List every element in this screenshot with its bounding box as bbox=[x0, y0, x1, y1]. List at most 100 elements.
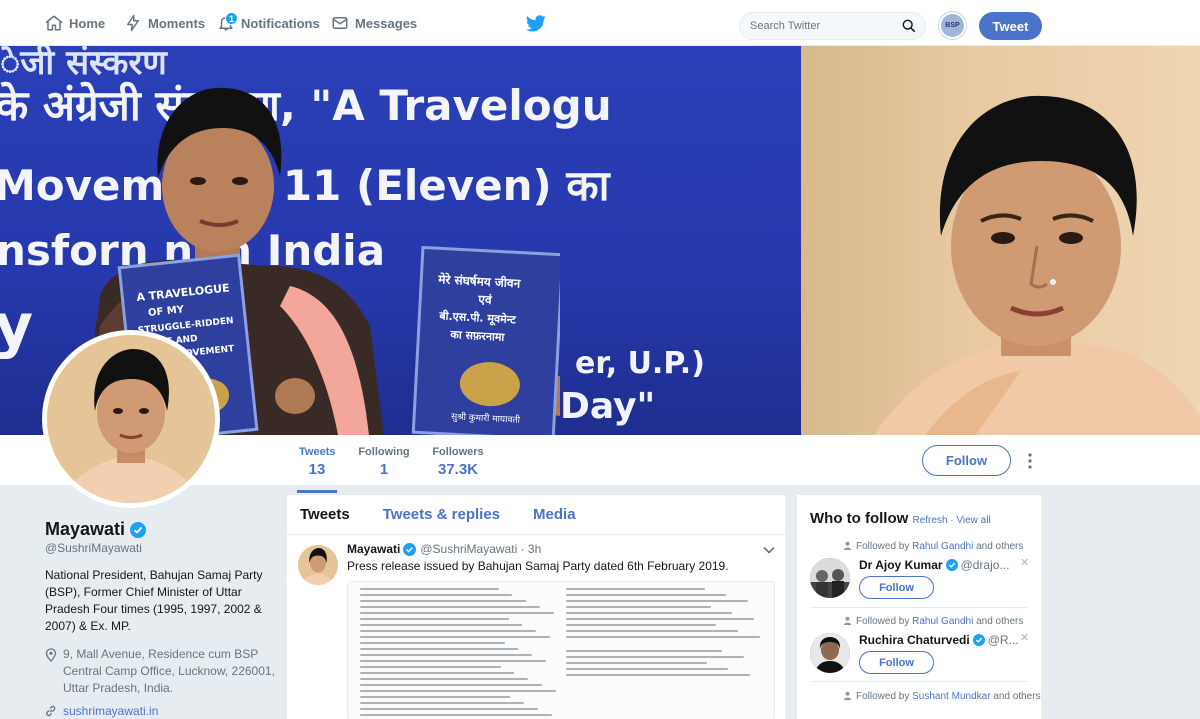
timeline-tabs: Tweets Tweets & replies Media bbox=[287, 495, 785, 535]
profile-website-text: sushrimayawati.in bbox=[63, 704, 159, 718]
profile-avatar[interactable] bbox=[42, 330, 220, 508]
person-icon bbox=[843, 691, 852, 700]
person-icon bbox=[843, 541, 852, 550]
nav-messages-label: Messages bbox=[355, 15, 418, 31]
document-text-line bbox=[566, 668, 729, 670]
stat-following[interactable]: Following 1 bbox=[357, 446, 411, 478]
document-text-line bbox=[566, 600, 749, 602]
document-text-line bbox=[566, 588, 705, 590]
document-text-line bbox=[566, 618, 755, 620]
profile-website-link[interactable]: sushrimayawati.in bbox=[45, 704, 158, 718]
document-text-line bbox=[360, 612, 555, 614]
profile-name-text: Mayawati bbox=[45, 519, 126, 539]
followed-by-name[interactable]: Rahul Gandhi bbox=[912, 616, 973, 627]
followed-by-name[interactable]: Rahul Gandhi bbox=[912, 541, 973, 552]
document-text-line bbox=[566, 662, 707, 664]
svg-text:एवं: एवं bbox=[477, 292, 493, 307]
view-all-link[interactable]: View all bbox=[956, 515, 990, 526]
tweet-author-avatar[interactable] bbox=[298, 545, 338, 585]
stat-label: Tweets bbox=[299, 446, 336, 458]
person-icon bbox=[843, 616, 852, 625]
profile-location: 9, Mall Avenue, Residence cum BSP Centra… bbox=[45, 646, 275, 697]
document-text-line bbox=[566, 612, 733, 614]
suggestion-avatar-image bbox=[810, 558, 850, 598]
location-pin-icon bbox=[45, 648, 57, 662]
divider bbox=[810, 681, 1028, 682]
top-navigation: Home Moments 1 Notifications Messages Se… bbox=[0, 0, 1200, 46]
document-text-line bbox=[360, 642, 505, 644]
document-text-line bbox=[360, 654, 533, 656]
document-text-line bbox=[360, 600, 527, 602]
search-input[interactable]: Search Twitter bbox=[739, 12, 926, 40]
search-icon[interactable] bbox=[902, 19, 916, 33]
suggestion-avatar-image bbox=[810, 633, 850, 673]
document-text-line bbox=[360, 624, 523, 626]
tweet-attached-document-image[interactable] bbox=[347, 581, 775, 719]
document-text-line bbox=[360, 618, 509, 620]
nav-notifications[interactable]: 1 Notifications bbox=[217, 0, 320, 46]
who-to-follow-heading: Who to follow bbox=[810, 510, 909, 527]
link-separator: · bbox=[950, 515, 954, 526]
link-icon bbox=[46, 705, 56, 717]
tweet-author-name[interactable]: Mayawati bbox=[347, 542, 400, 556]
tab-tweets[interactable]: Tweets bbox=[300, 506, 350, 523]
dismiss-suggestion-icon[interactable]: ✕ bbox=[1020, 556, 1029, 569]
document-text-line bbox=[566, 636, 761, 638]
account-avatar[interactable]: BSP bbox=[939, 12, 966, 39]
twitter-bird-icon[interactable] bbox=[526, 15, 546, 32]
document-column bbox=[566, 588, 764, 680]
nav-messages[interactable]: Messages bbox=[331, 0, 417, 46]
verified-badge-icon bbox=[945, 559, 958, 571]
document-text-line bbox=[360, 606, 541, 608]
tab-media[interactable]: Media bbox=[533, 506, 576, 523]
stat-tweets[interactable]: Tweets 13 bbox=[297, 446, 337, 493]
verified-badge-icon bbox=[972, 634, 985, 646]
suggestion-name[interactable]: Ruchira Chaturvedi @R... bbox=[859, 633, 1019, 647]
banner-text: Day" bbox=[560, 386, 656, 427]
document-text-line bbox=[360, 660, 547, 662]
nav-home-label: Home bbox=[69, 15, 106, 31]
lightning-icon bbox=[127, 14, 139, 32]
followed-by-text: Followed by Rahul Gandhi and others bbox=[843, 616, 1023, 627]
profile-location-text: 9, Mall Avenue, Residence cum BSP Centra… bbox=[63, 647, 275, 695]
document-text-line bbox=[360, 630, 537, 632]
stat-followers[interactable]: Followers 37.3K bbox=[432, 446, 484, 478]
envelope-icon bbox=[332, 17, 348, 29]
followed-by-suffix: and others bbox=[973, 541, 1024, 552]
dismiss-suggestion-icon[interactable]: ✕ bbox=[1020, 631, 1029, 644]
suggestion-avatar[interactable] bbox=[810, 633, 850, 673]
chevron-down-icon[interactable] bbox=[763, 546, 775, 554]
home-icon bbox=[45, 15, 63, 31]
portrait-illustration bbox=[874, 95, 1200, 435]
document-column bbox=[360, 588, 558, 719]
nav-notifications-label: Notifications bbox=[241, 15, 320, 31]
document-text-line bbox=[360, 714, 553, 716]
stat-value: 37.3K bbox=[437, 461, 479, 478]
nav-moments[interactable]: Moments bbox=[124, 0, 205, 46]
followed-by-name[interactable]: Sushant Mundkar bbox=[912, 691, 990, 702]
profile-name: Mayawati bbox=[45, 519, 147, 540]
banner-text: y bbox=[0, 291, 34, 361]
suggestion-handle: @R... bbox=[987, 633, 1019, 647]
compose-tweet-button[interactable]: Tweet bbox=[979, 12, 1042, 40]
suggestion-follow-button[interactable]: Follow bbox=[859, 576, 934, 599]
suggestion-avatar[interactable] bbox=[810, 558, 850, 598]
follow-button[interactable]: Follow bbox=[922, 445, 1011, 476]
followed-by-text: Followed by Sushant Mundkar and others bbox=[843, 690, 1041, 703]
document-text-line bbox=[566, 674, 751, 676]
search-placeholder: Search Twitter bbox=[750, 20, 821, 32]
more-options-icon[interactable] bbox=[1026, 452, 1034, 470]
suggestion-handle: @drajo... bbox=[960, 558, 1010, 572]
tab-tweets-replies[interactable]: Tweets & replies bbox=[383, 506, 500, 523]
suggestion-follow-button[interactable]: Follow bbox=[859, 651, 934, 674]
nav-home[interactable]: Home bbox=[45, 0, 105, 46]
tweet-item[interactable]: Mayawati @SushriMayawati · 3h Press rele… bbox=[287, 536, 785, 719]
followed-by-prefix: Followed by bbox=[856, 691, 913, 702]
suggestion-name[interactable]: Dr Ajoy Kumar @drajo... bbox=[859, 558, 1009, 572]
stat-value: 1 bbox=[379, 461, 389, 478]
refresh-link[interactable]: Refresh bbox=[912, 515, 947, 526]
stat-label: Followers bbox=[432, 446, 484, 458]
followed-by-prefix: Followed by bbox=[856, 541, 913, 552]
document-text-line bbox=[566, 624, 717, 626]
tweet-avatar-illustration bbox=[298, 545, 338, 585]
